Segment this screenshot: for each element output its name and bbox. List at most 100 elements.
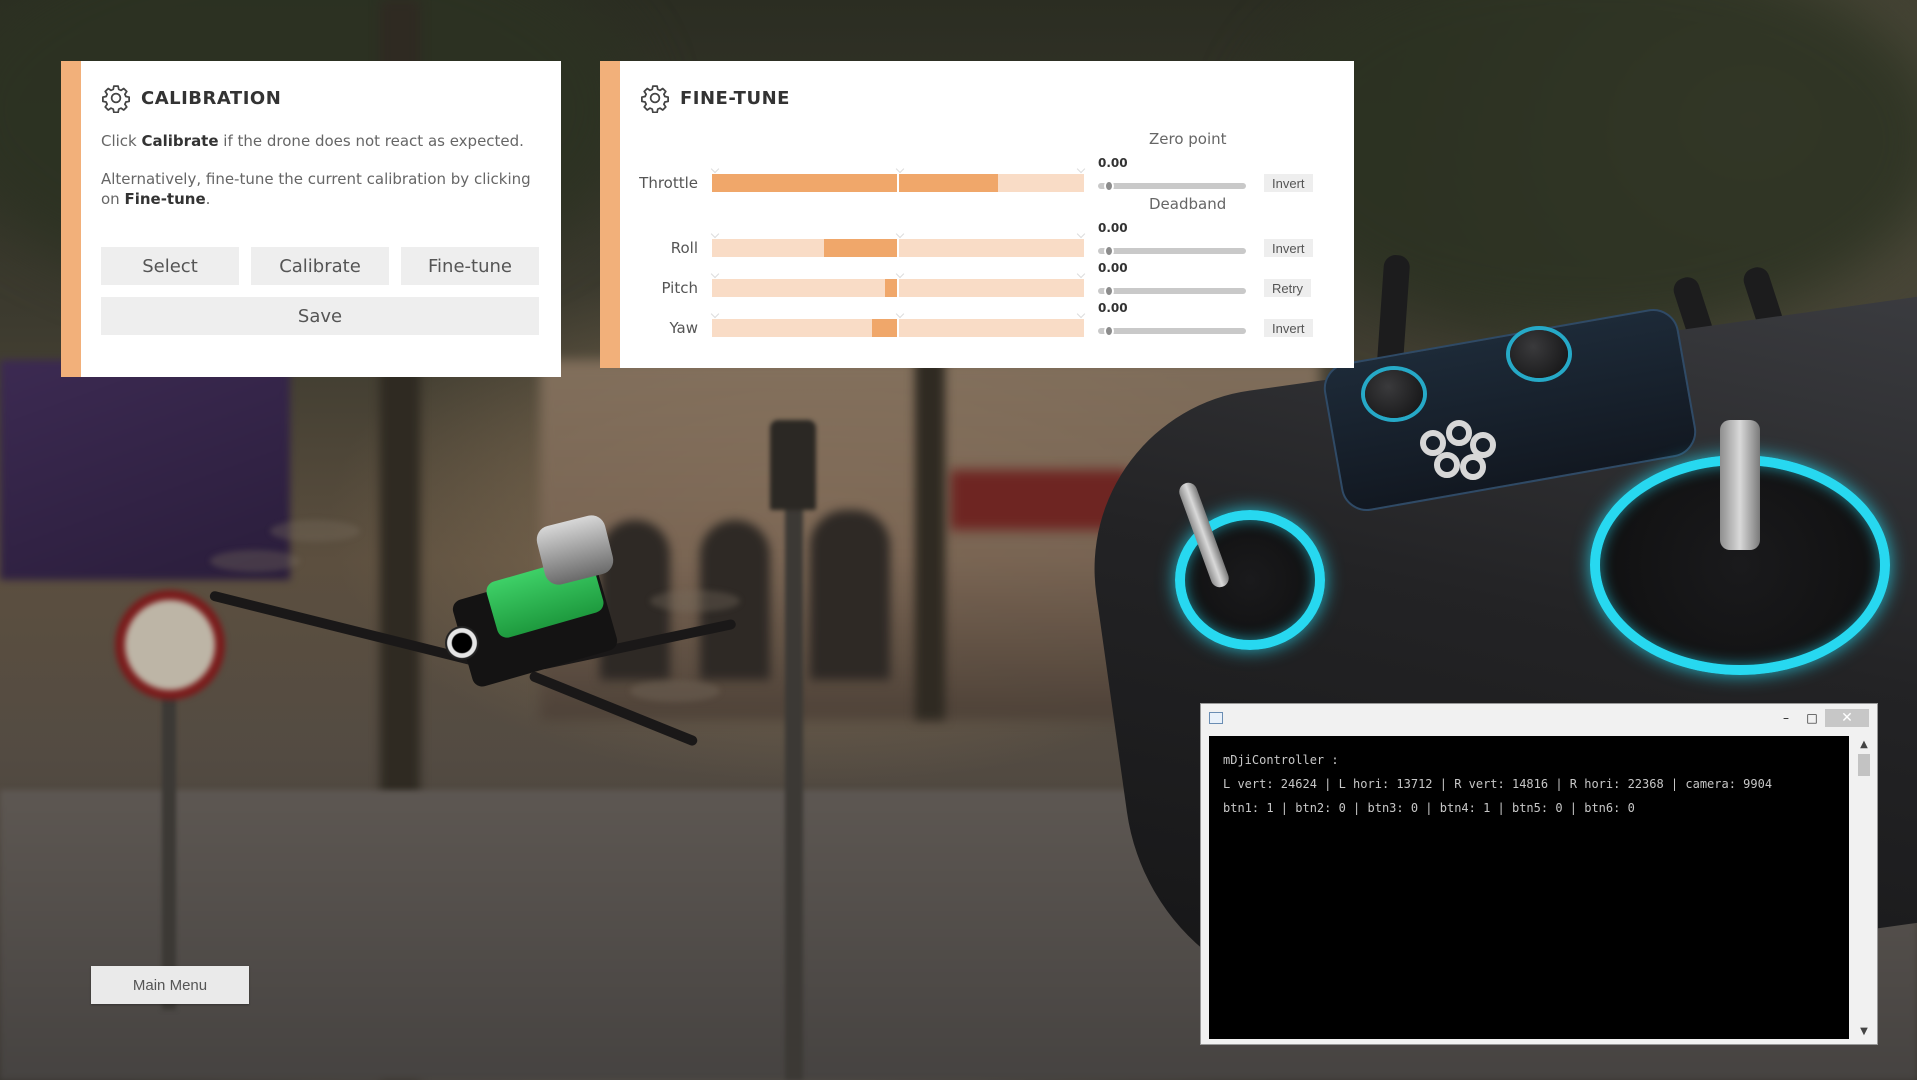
lamp-post — [785, 500, 803, 1080]
channel-invert-button[interactable]: Invert — [1264, 239, 1313, 257]
calibration-title: CALIBRATION — [141, 87, 282, 109]
channel-label: Throttle — [639, 174, 698, 192]
window-controls: – □ ✕ — [1773, 709, 1869, 727]
speed-sign — [115, 590, 225, 700]
zero-point-slider[interactable]: 0.00 — [1098, 156, 1248, 192]
rc-knob — [1510, 330, 1568, 378]
slider-track[interactable] — [1098, 183, 1246, 189]
channel-input-bar — [710, 269, 1086, 297]
console-line: L vert: 24624 | L hori: 13712 | R vert: … — [1223, 777, 1773, 791]
fine-tune-title: FINE-TUNE — [680, 87, 790, 109]
instruction-text: Click — [101, 132, 142, 150]
finetune-instructions: Alternatively, fine-tune the current cal… — [101, 169, 541, 209]
zero-point-value: 0.00 — [1098, 156, 1128, 170]
channel-input-fill — [871, 319, 898, 337]
minimize-icon[interactable]: – — [1773, 709, 1799, 727]
fine-tune-button[interactable]: Fine-tune — [401, 247, 539, 285]
chevron-down-icon — [1076, 164, 1086, 174]
channel-row-roll: Roll 0.00 Invert — [620, 221, 1313, 257]
channel-center-marker — [897, 319, 899, 337]
scroll-down-icon[interactable]: ▼ — [1855, 1023, 1873, 1039]
chevron-down-icon — [895, 269, 905, 279]
zero-point-value: 0.00 — [1098, 221, 1128, 235]
drone-fpv-lens — [445, 626, 479, 660]
channel-row-pitch: Pitch 0.00 Retry — [620, 261, 1312, 297]
close-icon[interactable]: ✕ — [1825, 709, 1869, 727]
slider-handle[interactable] — [1104, 325, 1114, 337]
instruction-emphasis: Calibrate — [141, 132, 219, 150]
channel-input-fill — [823, 239, 898, 257]
channel-label: Pitch — [661, 279, 698, 297]
chevron-down-icon — [895, 309, 905, 319]
drone-action-camera — [533, 512, 617, 588]
calibration-header: CALIBRATION — [101, 83, 541, 113]
drone-propeller — [210, 550, 300, 572]
fine-tune-panel: FINE-TUNE Zero point Deadband Throttle 0.… — [600, 61, 1354, 368]
fpv-drone — [208, 512, 770, 750]
slider-track[interactable] — [1098, 328, 1246, 334]
scroll-up-icon[interactable]: ▲ — [1855, 736, 1873, 752]
sign-pole — [162, 690, 176, 1010]
instruction-text: if the drone does not react as expected. — [218, 132, 524, 150]
zero-point-header: Zero point — [1149, 130, 1227, 148]
right-stick — [1720, 420, 1760, 550]
chevron-down-icon — [710, 269, 720, 279]
drone-propeller — [270, 520, 360, 542]
instruction-emphasis: Fine-tune — [124, 190, 206, 208]
calibration-instructions: Click Calibrate if the drone does not re… — [101, 131, 541, 151]
instruction-text: . — [205, 190, 211, 208]
zero-point-value: 0.00 — [1098, 261, 1128, 275]
zero-point-slider[interactable]: 0.00 — [1098, 301, 1248, 337]
console-scrollbar[interactable]: ▲ ▼ — [1855, 736, 1873, 1039]
zero-point-value: 0.00 — [1098, 301, 1128, 315]
channel-invert-button[interactable]: Invert — [1264, 319, 1313, 337]
calibrate-button[interactable]: Calibrate — [251, 247, 389, 285]
channel-label: Roll — [670, 239, 698, 257]
zero-point-slider[interactable]: 0.00 — [1098, 221, 1248, 257]
console-titlebar[interactable]: – □ ✕ — [1201, 704, 1877, 732]
channel-input-bar — [710, 229, 1086, 257]
channel-input-bar — [710, 309, 1086, 337]
channel-input-bar — [710, 164, 1086, 192]
channel-center-marker — [897, 174, 899, 192]
chevron-down-icon — [1076, 269, 1086, 279]
scroll-thumb[interactable] — [1858, 754, 1870, 776]
maximize-icon[interactable]: □ — [1799, 709, 1825, 727]
rc-knob — [1365, 370, 1423, 418]
main-menu-button[interactable]: Main Menu — [91, 966, 249, 1004]
slider-track[interactable] — [1098, 248, 1246, 254]
street-lamp — [770, 420, 816, 510]
slider-track[interactable] — [1098, 288, 1246, 294]
console-output[interactable]: mDjiController : L vert: 24624 | L hori: … — [1209, 736, 1849, 1039]
channel-invert-button[interactable]: Invert — [1264, 174, 1313, 192]
building-arch — [810, 510, 890, 680]
gear-icon — [102, 85, 130, 113]
drone-propeller — [650, 590, 740, 612]
channel-input-fill — [712, 174, 999, 192]
calibration-button-row: Select Calibrate Fine-tune — [101, 247, 541, 285]
chevron-down-icon — [1076, 229, 1086, 239]
slider-handle[interactable] — [1104, 285, 1114, 297]
fine-tune-header: FINE-TUNE — [640, 83, 1334, 113]
channel-center-marker — [897, 279, 899, 297]
select-button[interactable]: Select — [101, 247, 239, 285]
drone-propeller — [630, 680, 720, 702]
save-button[interactable]: Save — [101, 297, 539, 335]
gear-icon — [641, 85, 669, 113]
zero-point-slider[interactable]: 0.00 — [1098, 261, 1248, 297]
slider-handle[interactable] — [1104, 180, 1114, 192]
console-line: mDjiController : — [1223, 753, 1339, 767]
rc-logo-icon — [1420, 420, 1500, 482]
channel-row-yaw: Yaw 0.00 Invert — [620, 301, 1313, 337]
channel-center-marker — [897, 239, 899, 257]
deadband-header: Deadband — [1149, 195, 1227, 213]
calibration-panel: CALIBRATION Click Calibrate if the drone… — [61, 61, 561, 377]
channel-retry-button[interactable]: Retry — [1264, 279, 1312, 297]
chevron-down-icon — [710, 229, 720, 239]
chevron-down-icon — [710, 309, 720, 319]
channel-row-throttle: Throttle 0.00 Invert — [620, 156, 1313, 192]
slider-handle[interactable] — [1104, 245, 1114, 257]
chevron-down-icon — [1076, 309, 1086, 319]
chevron-down-icon — [710, 164, 720, 174]
channel-label: Yaw — [669, 319, 698, 337]
